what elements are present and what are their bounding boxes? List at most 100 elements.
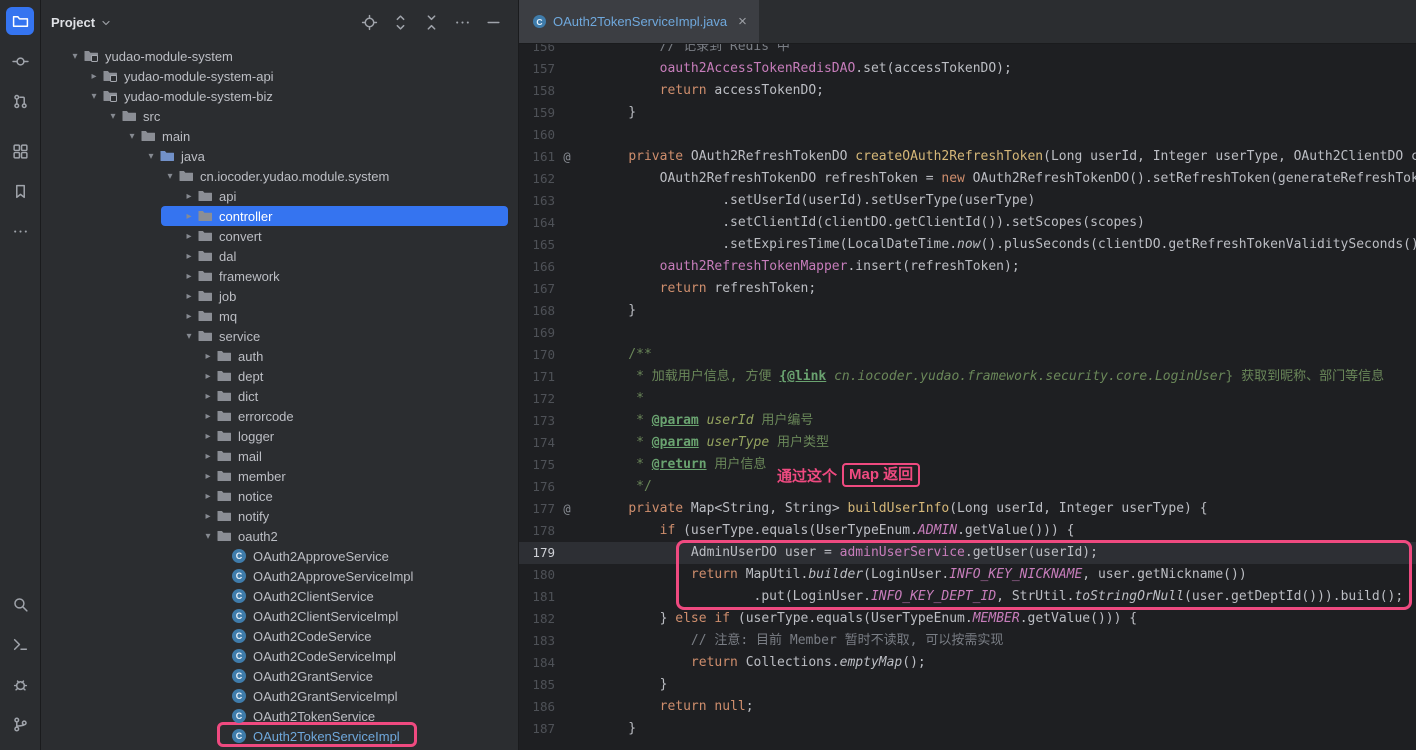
- terminal-tool-button[interactable]: [6, 630, 34, 658]
- chevron-right-icon[interactable]: ▸: [181, 211, 197, 222]
- tree-item-member[interactable]: ▸member: [41, 466, 518, 486]
- code-line-184[interactable]: 184 return Collections.emptyMap();: [519, 652, 1416, 674]
- more-button[interactable]: [451, 11, 473, 33]
- structure-tool-button[interactable]: [6, 137, 34, 165]
- chevron-down-icon[interactable]: ▾: [200, 531, 216, 542]
- tree-item-oauth2grantservice[interactable]: COAuth2GrantService: [41, 666, 518, 686]
- tree-item-oauth2codeservice[interactable]: COAuth2CodeService: [41, 626, 518, 646]
- bookmarks-tool-button[interactable]: [6, 177, 34, 205]
- code-line-157[interactable]: 157 oauth2AccessTokenRedisDAO.set(access…: [519, 58, 1416, 80]
- tree-item-yudao-module-system-biz[interactable]: ▾yudao-module-system-biz: [41, 86, 518, 106]
- tree-item-convert[interactable]: ▸convert: [41, 226, 518, 246]
- code-line-176[interactable]: 176 */: [519, 476, 1416, 498]
- chevron-down-icon[interactable]: ▾: [143, 151, 159, 162]
- chevron-right-icon[interactable]: ▸: [181, 191, 197, 202]
- chevron-down-icon[interactable]: ▾: [67, 51, 83, 62]
- code-line-172[interactable]: 172 *: [519, 388, 1416, 410]
- more-tool-button[interactable]: [6, 217, 34, 245]
- tree-item-main[interactable]: ▾main: [41, 126, 518, 146]
- code-line-164[interactable]: 164 .setClientId(clientDO.getClientId())…: [519, 212, 1416, 234]
- tree-item-yudao-module-system-api[interactable]: ▸yudao-module-system-api: [41, 66, 518, 86]
- tree-item-dict[interactable]: ▸dict: [41, 386, 518, 406]
- code-line-159[interactable]: 159 }: [519, 102, 1416, 124]
- chevron-right-icon[interactable]: ▸: [200, 491, 216, 502]
- code-editor[interactable]: 156 // 记录到 Redis 中157 oauth2AccessTokenR…: [519, 44, 1416, 750]
- tree-item-dal[interactable]: ▸dal: [41, 246, 518, 266]
- tree-item-oauth2grantserviceimpl[interactable]: COAuth2GrantServiceImpl: [41, 686, 518, 706]
- code-line-170[interactable]: 170 /**: [519, 344, 1416, 366]
- chevron-right-icon[interactable]: ▸: [181, 231, 197, 242]
- chevron-down-icon[interactable]: ▾: [181, 331, 197, 342]
- close-icon[interactable]: ×: [738, 13, 747, 30]
- locate-button[interactable]: [358, 11, 380, 33]
- tree-item-notice[interactable]: ▸notice: [41, 486, 518, 506]
- code-line-163[interactable]: 163 .setUserId(userId).setUserType(userT…: [519, 190, 1416, 212]
- code-line-166[interactable]: 166 oauth2RefreshTokenMapper.insert(refr…: [519, 256, 1416, 278]
- tree-item-java[interactable]: ▾java: [41, 146, 518, 166]
- code-line-171[interactable]: 171 * 加载用户信息, 方便 {@link cn.iocoder.yudao…: [519, 366, 1416, 388]
- tree-item-framework[interactable]: ▸framework: [41, 266, 518, 286]
- tree-item-auth[interactable]: ▸auth: [41, 346, 518, 366]
- code-line-177[interactable]: 177@ private Map<String, String> buildUs…: [519, 498, 1416, 520]
- commit-tool-button[interactable]: [6, 47, 34, 75]
- tree-item-errorcode[interactable]: ▸errorcode: [41, 406, 518, 426]
- chevron-right-icon[interactable]: ▸: [200, 351, 216, 362]
- tree-item-src[interactable]: ▾src: [41, 106, 518, 126]
- project-panel-title[interactable]: Project: [51, 15, 95, 30]
- chevron-right-icon[interactable]: ▸: [181, 291, 197, 302]
- code-line-158[interactable]: 158 return accessTokenDO;: [519, 80, 1416, 102]
- code-line-180[interactable]: 180 return MapUtil.builder(LoginUser.INF…: [519, 564, 1416, 586]
- tree-item-oauth2approveservice[interactable]: COAuth2ApproveService: [41, 546, 518, 566]
- code-line-160[interactable]: 160: [519, 124, 1416, 146]
- code-line-174[interactable]: 174 * @param userType 用户类型: [519, 432, 1416, 454]
- chevron-right-icon[interactable]: ▸: [200, 471, 216, 482]
- chevron-right-icon[interactable]: ▸: [181, 311, 197, 322]
- tree-item-clipped[interactable]: ▸: [41, 746, 518, 750]
- tree-item-mq[interactable]: ▸mq: [41, 306, 518, 326]
- code-line-156[interactable]: 156 // 记录到 Redis 中: [519, 44, 1416, 58]
- code-line-182[interactable]: 182 } else if (userType.equals(UserTypeE…: [519, 608, 1416, 630]
- editor-tab-oauth2tokenserviceimpl[interactable]: C OAuth2TokenServiceImpl.java ×: [519, 0, 759, 43]
- code-line-185[interactable]: 185 }: [519, 674, 1416, 696]
- git-tool-button[interactable]: [6, 710, 34, 738]
- code-line-186[interactable]: 186 return null;: [519, 696, 1416, 718]
- pull-requests-tool-button[interactable]: [6, 87, 34, 115]
- tree-item-job[interactable]: ▸job: [41, 286, 518, 306]
- code-line-161[interactable]: 161@ private OAuth2RefreshTokenDO create…: [519, 146, 1416, 168]
- chevron-right-icon[interactable]: ▸: [200, 431, 216, 442]
- code-line-167[interactable]: 167 return refreshToken;: [519, 278, 1416, 300]
- tree-item-api[interactable]: ▸api: [41, 186, 518, 206]
- debug-tool-button[interactable]: [6, 670, 34, 698]
- chevron-down-icon[interactable]: [100, 17, 112, 29]
- tree-item-oauth2clientservice[interactable]: COAuth2ClientService: [41, 586, 518, 606]
- code-line-162[interactable]: 162 OAuth2RefreshTokenDO refreshToken = …: [519, 168, 1416, 190]
- hide-button[interactable]: [482, 11, 504, 33]
- code-line-181[interactable]: 181 .put(LoginUser.INFO_KEY_DEPT_ID, Str…: [519, 586, 1416, 608]
- code-line-175[interactable]: 175 * @return 用户信息: [519, 454, 1416, 476]
- code-line-183[interactable]: 183 // 注意: 目前 Member 暂时不读取, 可以按需实现: [519, 630, 1416, 652]
- expand-all-button[interactable]: [389, 11, 411, 33]
- collapse-all-button[interactable]: [420, 11, 442, 33]
- chevron-down-icon[interactable]: ▾: [124, 131, 140, 142]
- tree-item-oauth2[interactable]: ▾oauth2: [41, 526, 518, 546]
- chevron-right-icon[interactable]: ▸: [181, 271, 197, 282]
- tree-item-oauth2approveserviceimpl[interactable]: COAuth2ApproveServiceImpl: [41, 566, 518, 586]
- search-tool-button[interactable]: [6, 590, 34, 618]
- project-tool-button[interactable]: [6, 7, 34, 35]
- chevron-right-icon[interactable]: ▸: [86, 71, 102, 82]
- tree-item-oauth2clientserviceimpl[interactable]: COAuth2ClientServiceImpl: [41, 606, 518, 626]
- chevron-down-icon[interactable]: ▾: [162, 171, 178, 182]
- chevron-right-icon[interactable]: ▸: [200, 411, 216, 422]
- tree-item-logger[interactable]: ▸logger: [41, 426, 518, 446]
- tree-item-controller[interactable]: ▸controller: [41, 206, 518, 226]
- chevron-down-icon[interactable]: ▾: [105, 111, 121, 122]
- chevron-right-icon[interactable]: ▸: [200, 391, 216, 402]
- code-line-169[interactable]: 169: [519, 322, 1416, 344]
- tree-item-oauth2tokenservice[interactable]: COAuth2TokenService: [41, 706, 518, 726]
- code-line-168[interactable]: 168 }: [519, 300, 1416, 322]
- code-line-187[interactable]: 187 }: [519, 718, 1416, 740]
- chevron-right-icon[interactable]: ▸: [200, 451, 216, 462]
- tree-item-notify[interactable]: ▸notify: [41, 506, 518, 526]
- tree-item-oauth2codeserviceimpl[interactable]: COAuth2CodeServiceImpl: [41, 646, 518, 666]
- chevron-right-icon[interactable]: ▸: [200, 371, 216, 382]
